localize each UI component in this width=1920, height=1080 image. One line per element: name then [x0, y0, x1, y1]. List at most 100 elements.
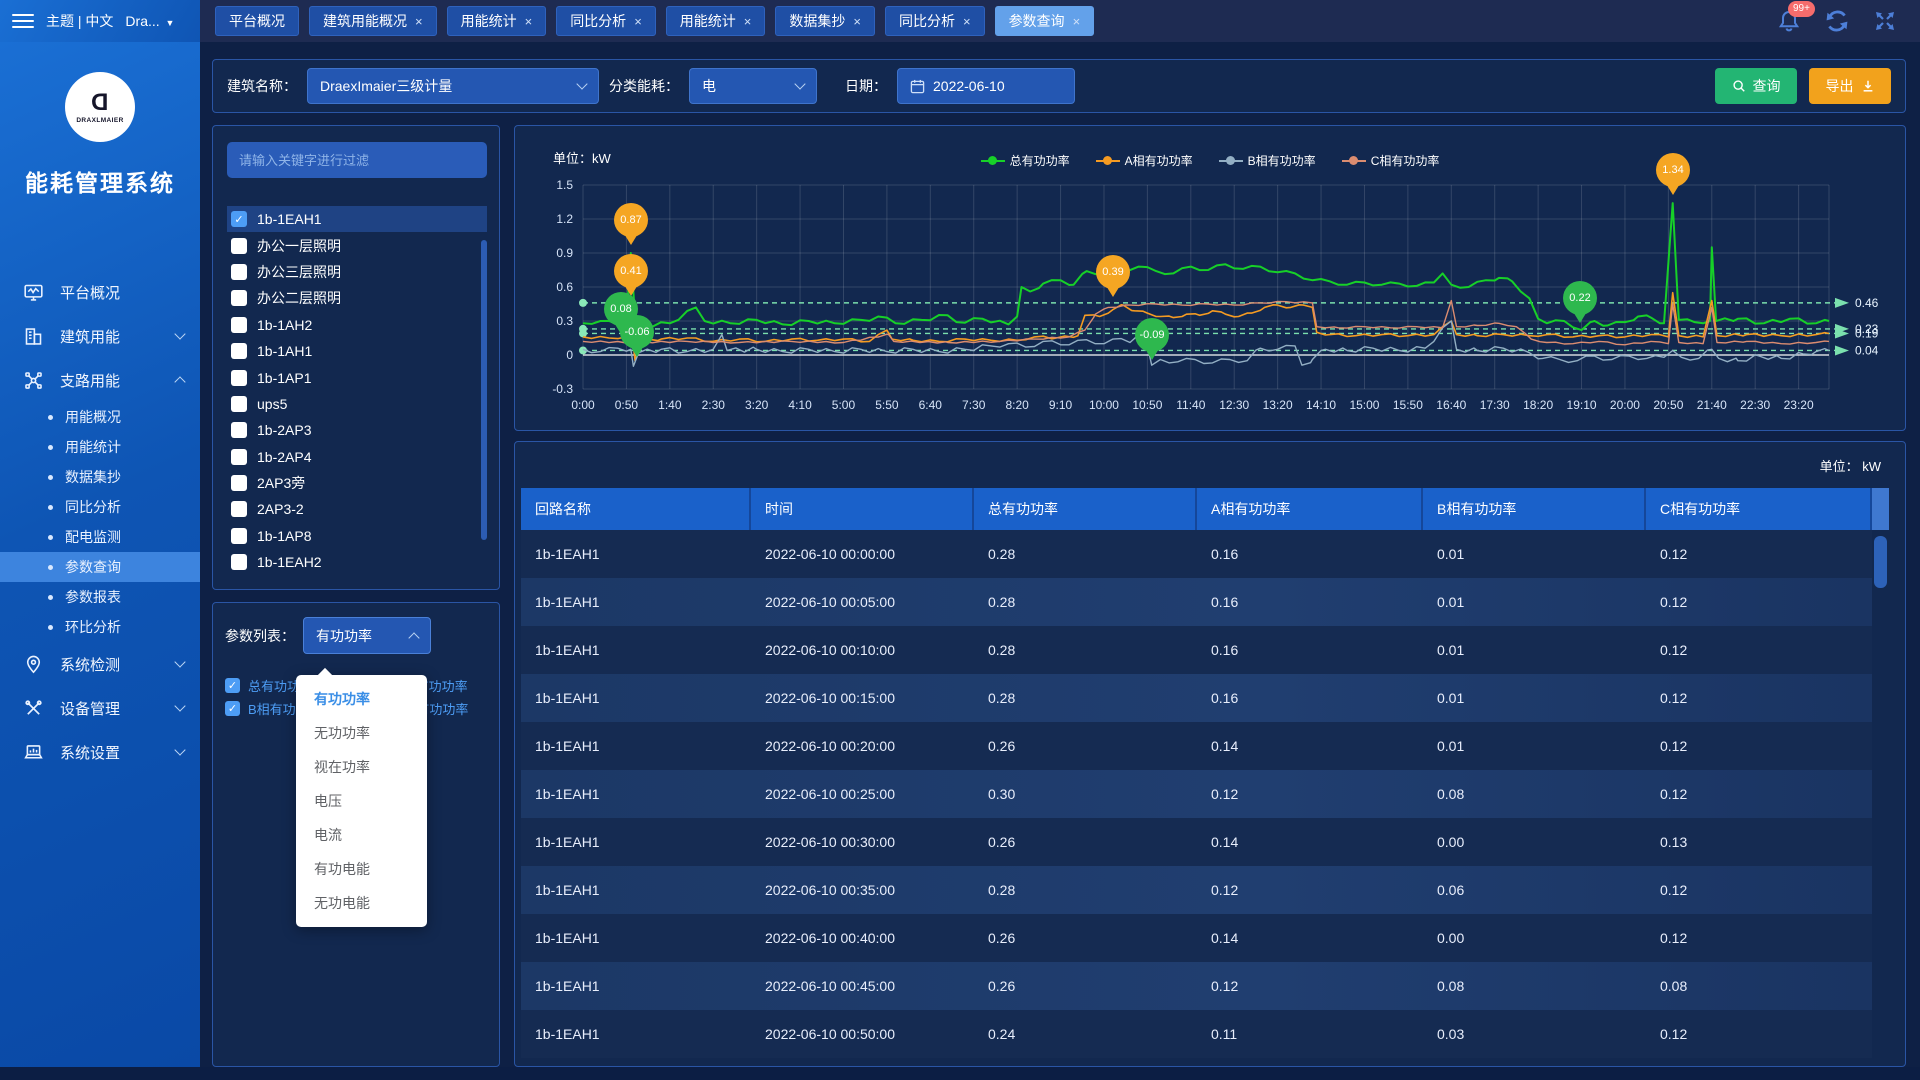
- query-button[interactable]: 查询: [1715, 68, 1797, 104]
- tab-close-icon[interactable]: ×: [853, 14, 861, 29]
- sidebar-item-建筑用能[interactable]: 建筑用能: [0, 314, 200, 358]
- checkbox-icon[interactable]: [231, 475, 247, 491]
- dropdown-option-电流[interactable]: 电流: [296, 818, 427, 852]
- checkbox-icon[interactable]: [231, 422, 247, 438]
- table-row[interactable]: 1b-1EAH12022-06-10 00:15:000.280.160.010…: [521, 674, 1872, 722]
- circuit-item-2AP3旁[interactable]: 2AP3旁: [227, 470, 487, 496]
- dropdown-option-电压[interactable]: 电压: [296, 784, 427, 818]
- circuit-item-1b-1EAH2[interactable]: 1b-1EAH2: [227, 549, 487, 574]
- sidebar-item-系统设置[interactable]: 系统设置: [0, 730, 200, 774]
- circuit-item-1b-1AH1[interactable]: 1b-1AH1: [227, 338, 487, 364]
- export-button[interactable]: 导出: [1809, 68, 1891, 104]
- circuit-item-2AP3-2[interactable]: 2AP3-2: [227, 496, 487, 522]
- table-row[interactable]: 1b-1EAH12022-06-10 00:50:000.240.110.030…: [521, 1010, 1872, 1058]
- table-row[interactable]: 1b-1EAH12022-06-10 00:10:000.280.160.010…: [521, 626, 1872, 674]
- param-select[interactable]: 有功功率: [303, 617, 431, 654]
- checkbox-icon[interactable]: [231, 317, 247, 333]
- checkbox-icon[interactable]: [231, 290, 247, 306]
- fullscreen-icon[interactable]: [1872, 8, 1898, 34]
- sidebar-subitem-同比分析[interactable]: 同比分析: [0, 492, 200, 522]
- top-header: 主题 | 中文 Dra... ▼ 平台概况建筑用能概况× 用能统计× 同比分析× 用能…: [0, 0, 1920, 42]
- tab-同比分析[interactable]: 同比分析×: [885, 6, 985, 36]
- table-row[interactable]: 1b-1EAH12022-06-10 00:20:000.260.140.010…: [521, 722, 1872, 770]
- checkbox-checked-icon[interactable]: ✓: [225, 678, 240, 693]
- checkbox-icon[interactable]: [231, 554, 247, 570]
- dropdown-option-视在功率[interactable]: 视在功率: [296, 750, 427, 784]
- checkbox-icon[interactable]: [231, 528, 247, 544]
- circuit-item-1b-2AP3[interactable]: 1b-2AP3: [227, 417, 487, 443]
- table-row[interactable]: 1b-1EAH12022-06-10 00:25:000.300.120.080…: [521, 770, 1872, 818]
- tab-close-icon[interactable]: ×: [963, 14, 971, 29]
- circuit-item-1b-2AP4[interactable]: 1b-2AP4: [227, 444, 487, 470]
- circuit-list-scrollbar[interactable]: [481, 240, 487, 540]
- circuit-item-办公三层照明[interactable]: 办公三层照明: [227, 259, 487, 285]
- building-select[interactable]: DraexImaier三级计量: [307, 68, 599, 104]
- tab-close-icon[interactable]: ×: [744, 14, 752, 29]
- circuit-item-1b-1AP8[interactable]: 1b-1AP8: [227, 523, 487, 549]
- checkbox-icon[interactable]: [231, 396, 247, 412]
- circuit-item-1b-1AH2[interactable]: 1b-1AH2: [227, 312, 487, 338]
- user-dropdown[interactable]: Dra... ▼: [125, 13, 174, 29]
- tab-close-icon[interactable]: ×: [525, 14, 533, 29]
- svg-text:23:20: 23:20: [1784, 398, 1814, 412]
- sidebar-item-平台概况[interactable]: 平台概况: [0, 270, 200, 314]
- circuit-item-办公二层照明[interactable]: 办公二层照明: [227, 285, 487, 311]
- table-row[interactable]: 1b-1EAH12022-06-10 00:00:000.280.160.010…: [521, 530, 1872, 578]
- refresh-icon[interactable]: [1824, 8, 1850, 34]
- checkbox-icon[interactable]: [231, 264, 247, 280]
- sidebar-subitem-参数报表[interactable]: 参数报表: [0, 582, 200, 612]
- circuit-filter-input[interactable]: [227, 142, 487, 178]
- checkbox-icon[interactable]: [231, 449, 247, 465]
- table-row[interactable]: 1b-1EAH12022-06-10 00:45:000.260.120.080…: [521, 962, 1872, 1010]
- sidebar-subitem-配电监测[interactable]: 配电监测: [0, 522, 200, 552]
- circuit-item-办公一层照明[interactable]: 办公一层照明: [227, 232, 487, 258]
- table-row[interactable]: 1b-1EAH12022-06-10 00:35:000.280.120.060…: [521, 866, 1872, 914]
- checkbox-checked-icon[interactable]: ✓: [225, 701, 240, 716]
- tab-数据集抄[interactable]: 数据集抄×: [775, 6, 875, 36]
- dropdown-option-有功电能[interactable]: 有功电能: [296, 852, 427, 886]
- sidebar-subitem-环比分析[interactable]: 环比分析: [0, 612, 200, 642]
- dropdown-option-有功功率[interactable]: 有功功率: [296, 682, 427, 716]
- sidebar-item-支路用能[interactable]: 支路用能: [0, 358, 200, 402]
- chevron-down-icon: [174, 328, 185, 339]
- tab-参数查询[interactable]: 参数查询×: [995, 6, 1095, 36]
- table-row[interactable]: 1b-1EAH12022-06-10 00:30:000.260.140.000…: [521, 818, 1872, 866]
- tab-用能统计[interactable]: 用能统计×: [447, 6, 547, 36]
- dropdown-option-无功功率[interactable]: 无功功率: [296, 716, 427, 750]
- tab-同比分析[interactable]: 同比分析×: [556, 6, 656, 36]
- table-cell: 0.14: [1197, 914, 1423, 962]
- table-cell: 0.16: [1197, 578, 1423, 626]
- bell-icon[interactable]: 99+: [1776, 8, 1802, 34]
- circuit-item-1b-1EAH1[interactable]: ✓1b-1EAH1: [227, 206, 487, 232]
- checkbox-icon[interactable]: [231, 343, 247, 359]
- sidebar-item-系统检测[interactable]: 系统检测: [0, 642, 200, 686]
- dropdown-option-无功电能[interactable]: 无功电能: [296, 886, 427, 920]
- checkbox-icon[interactable]: [231, 238, 247, 254]
- sidebar-item-设备管理[interactable]: 设备管理: [0, 686, 200, 730]
- sidebar-subitem-数据集抄[interactable]: 数据集抄: [0, 462, 200, 492]
- tab-close-icon[interactable]: ×: [1073, 14, 1081, 29]
- tab-close-icon[interactable]: ×: [415, 14, 423, 29]
- checkbox-checked-icon[interactable]: ✓: [231, 211, 247, 227]
- table-cell: 1b-1EAH1: [521, 914, 751, 962]
- date-picker[interactable]: 2022-06-10: [897, 68, 1075, 104]
- table-row[interactable]: 1b-1EAH12022-06-10 00:40:000.260.140.000…: [521, 914, 1872, 962]
- table-row[interactable]: 1b-1EAH12022-06-10 00:05:000.280.160.010…: [521, 578, 1872, 626]
- tab-平台概况[interactable]: 平台概况: [215, 6, 299, 36]
- checkbox-icon[interactable]: [231, 501, 247, 517]
- checkbox-icon[interactable]: [231, 370, 247, 386]
- theme-language-label[interactable]: 主题 | 中文: [46, 11, 113, 31]
- energy-type-select[interactable]: 电: [689, 68, 817, 104]
- sidebar-subitem-用能统计[interactable]: 用能统计: [0, 432, 200, 462]
- circuit-item-label: 2AP3-2: [257, 501, 304, 517]
- sidebar-subitem-用能概况[interactable]: 用能概况: [0, 402, 200, 432]
- hamburger-menu-icon[interactable]: [12, 14, 34, 28]
- tab-建筑用能概况[interactable]: 建筑用能概况×: [309, 6, 437, 36]
- circuit-item-ups5[interactable]: ups5: [227, 391, 487, 417]
- circuit-item-1b-1AP1[interactable]: 1b-1AP1: [227, 364, 487, 390]
- sidebar-subitem-参数查询[interactable]: 参数查询: [0, 552, 200, 582]
- tab-用能统计[interactable]: 用能统计×: [666, 6, 766, 36]
- sidebar-item-label: 系统检测: [60, 654, 176, 675]
- tab-close-icon[interactable]: ×: [634, 14, 642, 29]
- table-scrollbar[interactable]: [1874, 536, 1887, 588]
